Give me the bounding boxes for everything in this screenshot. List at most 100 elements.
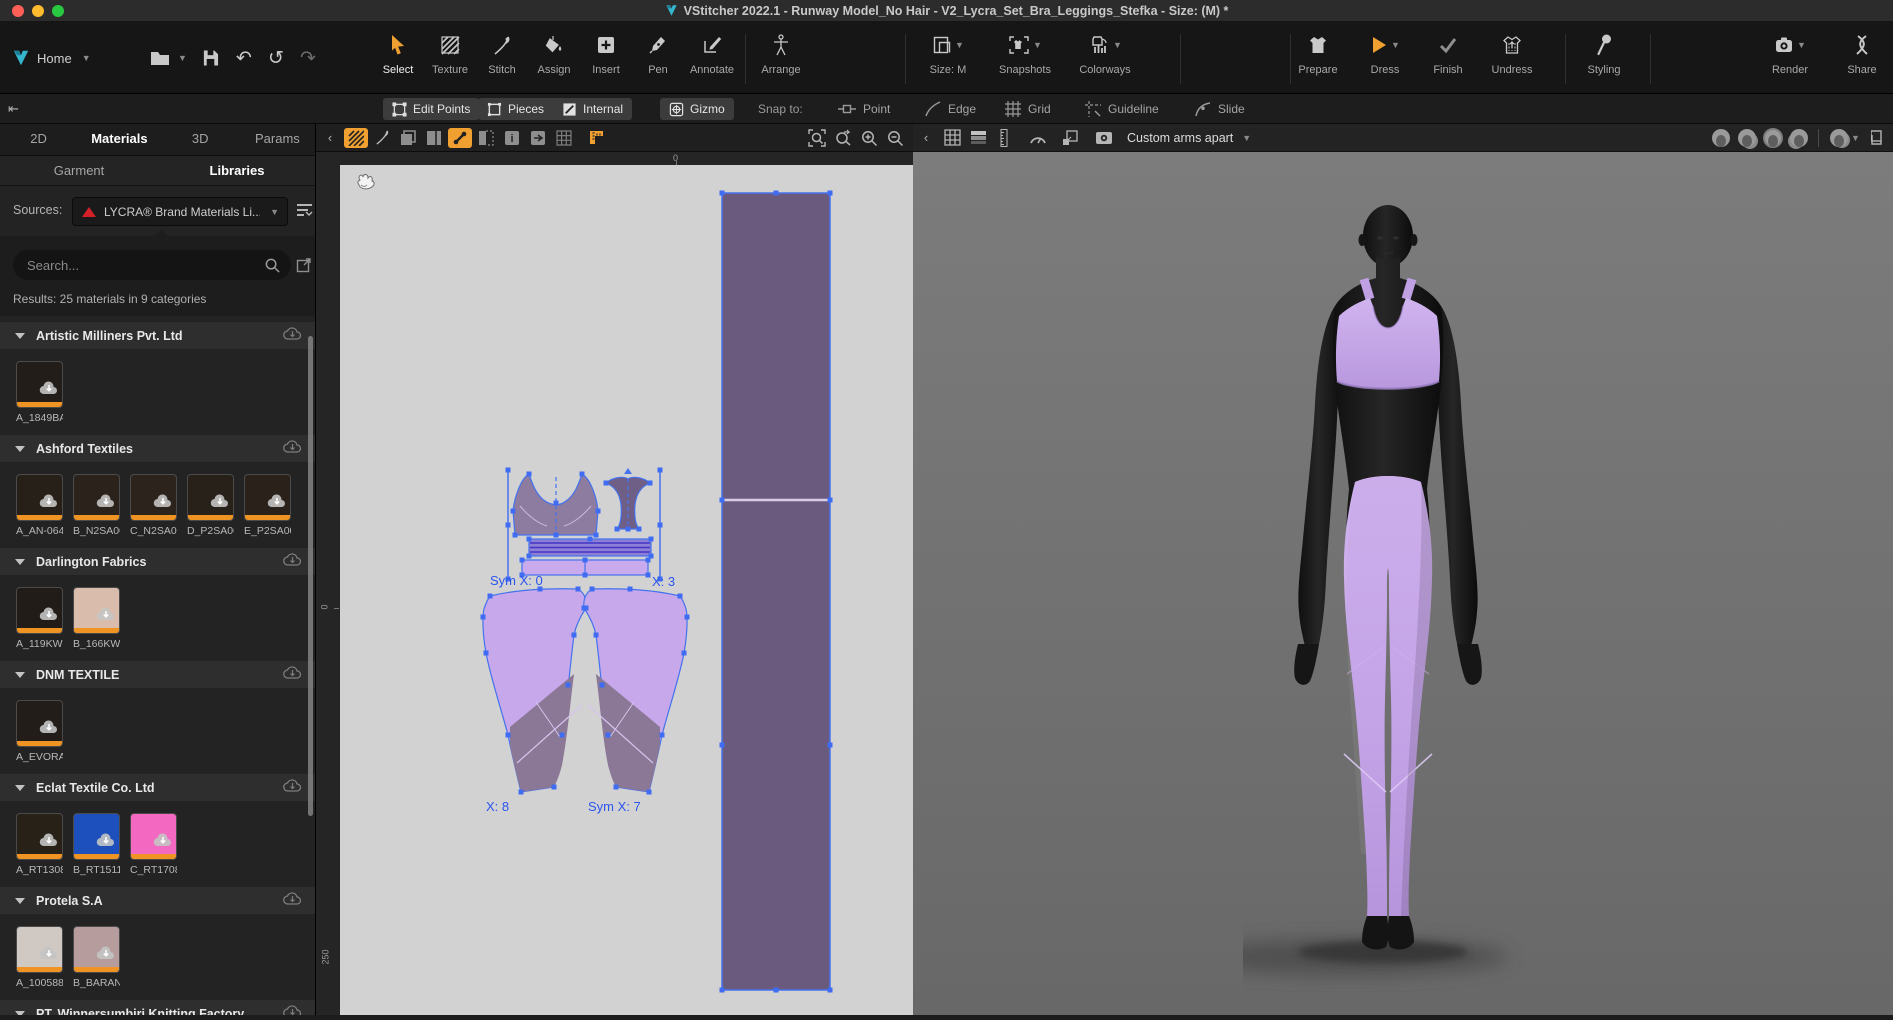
save-button[interactable]: [202, 22, 219, 94]
scale-avatar-icon[interactable]: [1057, 128, 1083, 148]
search-box[interactable]: [13, 250, 291, 280]
avatar-ponytail-icon[interactable]: [1734, 128, 1760, 148]
tool-snapshots[interactable]: ▼Snapshots: [993, 30, 1057, 90]
search-input[interactable]: [27, 258, 264, 273]
environment-layers-icon[interactable]: [965, 128, 991, 148]
tension-map-icon[interactable]: [1025, 128, 1051, 148]
subtab-garment[interactable]: Garment: [0, 156, 158, 185]
measure-ruler-icon[interactable]: [991, 128, 1017, 148]
avatar-hair-dropdown[interactable]: ▼: [1825, 128, 1865, 148]
category-header[interactable]: Eclat Textile Co. Ltd: [0, 774, 316, 801]
material-thumbnail[interactable]: [16, 700, 63, 747]
flow-direction-icon[interactable]: [526, 128, 550, 148]
zoom-out-icon[interactable]: [883, 128, 907, 148]
edit-points-button[interactable]: Edit Points: [383, 98, 479, 120]
pattern-piece-strip[interactable]: [722, 193, 830, 990]
history-button[interactable]: ↺: [268, 22, 284, 94]
material-thumbnail[interactable]: [16, 361, 63, 408]
tool-prepare[interactable]: Prepare: [1286, 30, 1350, 90]
tool-finish[interactable]: Finish: [1416, 30, 1480, 90]
tab-materials[interactable]: Materials: [77, 124, 161, 155]
ruler-toggle-icon[interactable]: [584, 128, 608, 148]
material-thumbnail[interactable]: [130, 813, 177, 860]
tab-params[interactable]: Params: [239, 124, 316, 155]
avatar-bald-icon[interactable]: [1708, 128, 1734, 148]
maximize-view-icon[interactable]: [1865, 128, 1891, 148]
seam-link-icon[interactable]: [448, 128, 472, 148]
material-thumbnail[interactable]: [187, 474, 234, 521]
material-thumbnail[interactable]: [16, 926, 63, 973]
grid-floor-icon[interactable]: [939, 128, 965, 148]
internal-button[interactable]: Internal: [553, 98, 632, 120]
open-external-icon[interactable]: [296, 257, 312, 273]
home-menu[interactable]: Home ▼: [12, 22, 91, 94]
material-thumbnail[interactable]: [73, 813, 120, 860]
tab-2d[interactable]: 2D: [0, 124, 77, 155]
tool-arrange[interactable]: Arrange: [749, 30, 813, 90]
grid-toggle-icon[interactable]: [552, 128, 576, 148]
duplicate-piece-icon[interactable]: [396, 128, 420, 148]
tool-size-m[interactable]: ▼Size: M: [916, 30, 980, 90]
snap-option-guideline[interactable]: Guideline: [1085, 94, 1159, 124]
avatar-sidehair-icon[interactable]: [1786, 128, 1812, 148]
vstitcher-logo-icon: [12, 49, 30, 67]
material-thumbnail[interactable]: [73, 587, 120, 634]
tool-annotate[interactable]: Annotate: [680, 30, 744, 90]
material-thumbnail[interactable]: [130, 474, 177, 521]
category-header[interactable]: Artistic Milliners Pvt. Ltd: [0, 322, 316, 349]
category-header[interactable]: DNM TEXTILE: [0, 661, 316, 688]
source-list-options-icon[interactable]: [296, 202, 313, 218]
viewport-3d[interactable]: [913, 152, 1893, 1015]
material-thumbnail[interactable]: [16, 587, 63, 634]
source-dropdown[interactable]: LYCRA® Brand Materials Li... ▼: [72, 197, 288, 226]
zoom-fit-icon[interactable]: [831, 128, 855, 148]
pattern-piece-legging-left[interactable]: [483, 589, 586, 792]
collapse-panel-icon[interactable]: ‹: [318, 128, 342, 148]
pose-dropdown[interactable]: Custom arms apart ▼: [1127, 131, 1251, 145]
zoom-in-icon[interactable]: [857, 128, 881, 148]
category-header[interactable]: PT. Winnersumbiri Knitting Factory: [0, 1000, 316, 1015]
material-thumbnail[interactable]: [244, 474, 291, 521]
fold-piece-icon[interactable]: [422, 128, 446, 148]
material-thumbnail[interactable]: [73, 474, 120, 521]
info-icon[interactable]: i: [500, 128, 524, 148]
subtab-libraries[interactable]: Libraries: [158, 156, 316, 185]
category-header[interactable]: Ashford Textiles: [0, 435, 316, 462]
material-thumbnail[interactable]: [73, 926, 120, 973]
snap-option-grid[interactable]: Grid: [1005, 94, 1051, 124]
pattern-piece-legging-right[interactable]: [584, 589, 687, 792]
tool-render[interactable]: ▼Render: [1758, 30, 1822, 90]
tab-3d[interactable]: 3D: [162, 124, 239, 155]
half-symmetry-icon[interactable]: [474, 128, 498, 148]
material-thumbnails-row: A_1849BA: [0, 349, 316, 426]
pattern-canvas[interactable]: Sym X: 0 X: 3 X: 8 Sym X: 7: [340, 165, 913, 1015]
undo-button[interactable]: ↶: [236, 22, 252, 94]
snap-option-point[interactable]: Point: [838, 94, 890, 124]
pattern-piece-band-elastic[interactable]: [529, 539, 651, 556]
stitch-view-icon[interactable]: [370, 128, 394, 148]
tool-undress[interactable]: Undress: [1480, 30, 1544, 90]
category-header[interactable]: Darlington Fabrics: [0, 548, 316, 575]
collapse-left-icon[interactable]: ⇤: [8, 94, 19, 124]
snap-option-edge[interactable]: Edge: [925, 94, 976, 124]
gizmo-button[interactable]: Gizmo: [660, 98, 734, 120]
pieces-button[interactable]: Pieces: [478, 98, 553, 120]
fabric-view-icon[interactable]: [344, 128, 368, 148]
snapshot-camera-icon[interactable]: [1091, 128, 1117, 148]
snap-option-slide[interactable]: Slide: [1195, 94, 1245, 124]
pattern-piece-bra-back[interactable]: [606, 468, 650, 529]
tool-share[interactable]: Share: [1830, 30, 1893, 90]
tool-styling[interactable]: Styling: [1572, 30, 1636, 90]
avatar-bun-icon[interactable]: [1760, 128, 1786, 148]
tool-dress[interactable]: ▼Dress: [1353, 30, 1417, 90]
open-file-button[interactable]: ▼: [150, 22, 187, 94]
collapse-panel-icon[interactable]: ‹: [913, 128, 939, 148]
tool-colorways[interactable]: ▼Colorways: [1073, 30, 1137, 90]
sidebar-scrollbar[interactable]: [308, 336, 313, 816]
material-thumbnail[interactable]: [16, 813, 63, 860]
redo-button[interactable]: ↷: [300, 22, 316, 94]
cloud-download-badge-icon: [96, 833, 116, 847]
zoom-selection-icon[interactable]: [805, 128, 829, 148]
category-header[interactable]: Protela S.A: [0, 887, 316, 914]
material-thumbnail[interactable]: [16, 474, 63, 521]
